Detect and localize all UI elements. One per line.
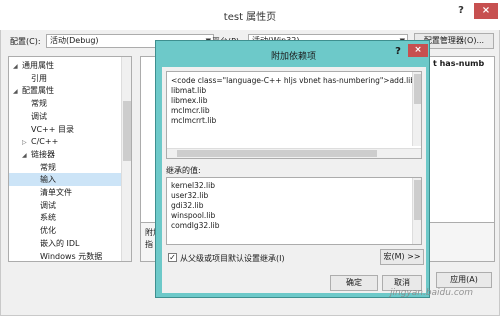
tree-item[interactable]: 引用 (9, 72, 131, 85)
lib-line: <code class="language-C++ hljs vbnet has… (171, 76, 416, 85)
tree-item[interactable]: 优化 (9, 224, 131, 237)
help-button[interactable]: ? (448, 3, 474, 19)
dialog-close-button[interactable]: × (408, 44, 428, 57)
libs-hscroll-thumb[interactable] (177, 150, 377, 157)
tree-item-label: 配置属性 (22, 86, 54, 96)
inherited-line: kernel32.lib (171, 181, 215, 190)
tree-item[interactable]: ◢ 通用属性 (9, 59, 123, 72)
config-label: 配置(C): (10, 37, 41, 46)
close-button[interactable]: × (474, 3, 498, 19)
tree-item[interactable]: ▷ C/C++ (9, 135, 131, 148)
tree-item[interactable]: Windows 元数据 (9, 250, 131, 262)
inherited-line: gdi32.lib (171, 201, 204, 210)
tree-item-label: 系统 (40, 213, 56, 223)
tree-item[interactable]: ◢ 配置属性 (9, 84, 123, 97)
libs-scroll-thumb[interactable] (414, 74, 421, 104)
additional-dependencies-dialog: 附加依赖项 ? × <code class="language-C++ hljs… (155, 40, 430, 298)
tree-scrollbar[interactable] (121, 57, 131, 261)
config-select-value: 活动(Debug) (50, 36, 99, 45)
tree-item-label: 调试 (31, 111, 47, 121)
inherited-label: 继承的值: (166, 166, 201, 175)
tree-scroll-thumb[interactable] (123, 101, 131, 161)
tree-item-label: 调试 (40, 200, 56, 210)
tree-item[interactable]: 嵌入的 IDL (9, 237, 131, 250)
macros-button[interactable]: 宏(M) >> (380, 249, 424, 265)
libs-hscrollbar[interactable] (167, 148, 421, 158)
libs-textarea[interactable]: <code class="language-C++ hljs vbnet has… (166, 71, 422, 159)
tree-item-label: 优化 (40, 226, 56, 236)
dialog-body: <code class="language-C++ hljs vbnet has… (162, 67, 426, 293)
inherited-list: kernel32.lib user32.lib gdi32.lib winspo… (166, 177, 422, 245)
watermark: jingyan.baidu.com (390, 288, 474, 298)
tree-item-label: Windows 元数据 (40, 251, 103, 261)
lib-line: libmat.lib (171, 86, 207, 95)
inherited-line: user32.lib (171, 191, 209, 200)
tree-item-label: 输入 (40, 175, 56, 185)
tree-item[interactable]: 常规 (9, 97, 131, 110)
tree-item[interactable]: 系统 (9, 211, 131, 224)
tree-item[interactable]: 调试 (9, 199, 131, 212)
tree-item-label: 通用属性 (22, 61, 54, 70)
tree-item[interactable]: 清单文件 (9, 186, 131, 199)
tree-item[interactable]: VC++ 目录 (9, 123, 131, 136)
inherited-scrollbar[interactable] (412, 178, 421, 244)
dialog-help-button[interactable]: ? (389, 44, 407, 60)
property-value-fragment: t has-numb (433, 59, 485, 68)
checkmark-icon: ✓ (169, 253, 176, 262)
lib-line: mclmcrrt.lib (171, 116, 217, 125)
tree-item-label: 清单文件 (40, 188, 72, 197)
apply-button[interactable]: 应用(A) (436, 272, 492, 288)
tree-item[interactable]: 输入 (9, 173, 131, 187)
tree-item-label: C/C++ (31, 137, 59, 147)
window-title: test 属性页 (223, 12, 277, 23)
lib-line: mclmcr.lib (171, 106, 210, 115)
tree-item-label: 引用 (31, 73, 47, 83)
inherit-checkbox[interactable]: ✓ (168, 253, 177, 262)
tree-item-label: 嵌入的 IDL (40, 238, 80, 248)
tree-item[interactable]: 常规 (9, 161, 131, 174)
libs-scrollbar[interactable] (412, 72, 421, 146)
inherited-scroll-thumb[interactable] (414, 180, 421, 220)
tree-item-label: 链接器 (31, 149, 55, 159)
tree-item-label: VC++ 目录 (31, 124, 75, 134)
property-tree[interactable]: ◢ 通用属性 引用 ◢ 配置属性 常规 调试 VC++ 目录 ▷ C/C++ ◢ 链接器 常规 输入 清单文… (8, 56, 132, 262)
inherit-checkbox-label: 从父级或项目默认设置继承(I) (180, 254, 285, 263)
description-text: 指 (145, 240, 153, 249)
lib-line: libmex.lib (171, 96, 208, 105)
tree-item[interactable]: ◢ 链接器 (9, 148, 131, 161)
ok-button[interactable]: 确定 (330, 275, 378, 291)
inherited-line: winspool.lib (171, 211, 216, 220)
inherited-line: comdlg32.lib (171, 221, 220, 230)
tree-item-label: 常规 (31, 99, 47, 109)
tree-item-label: 常规 (40, 162, 56, 172)
tree-item[interactable]: 调试 (9, 110, 131, 123)
